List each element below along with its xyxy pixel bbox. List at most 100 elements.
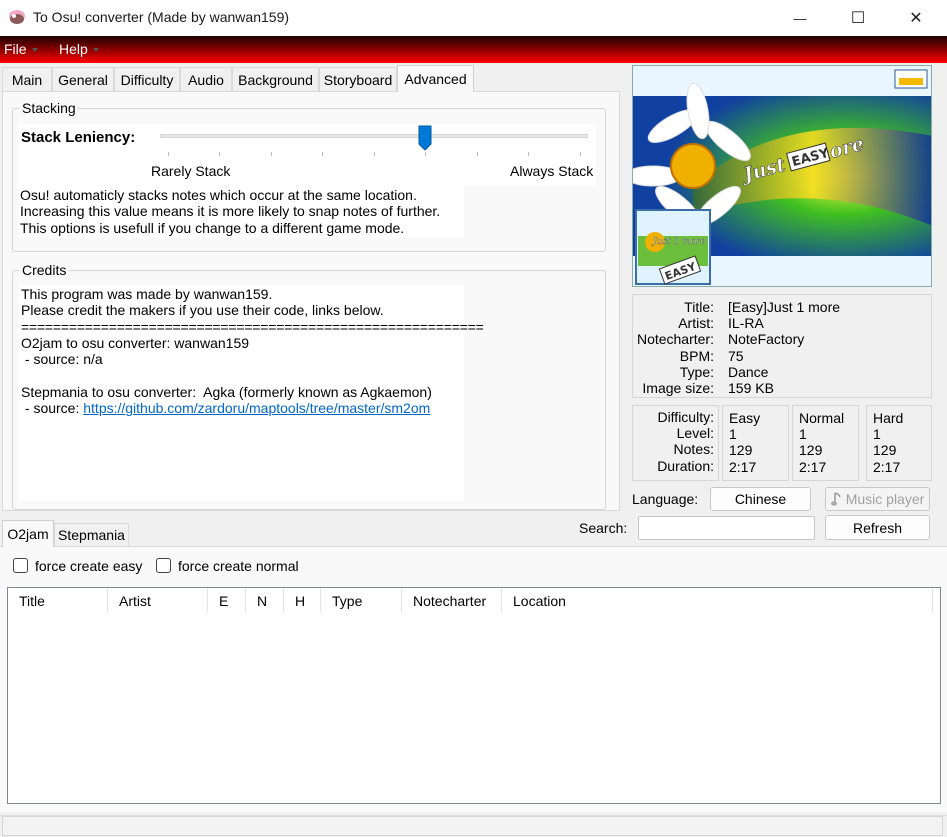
image-size-label: Image size: — [642, 380, 714, 397]
level-label: Level: — [676, 425, 714, 442]
column-header-title[interactable]: Title — [8, 588, 108, 613]
chevron-down-icon — [92, 48, 99, 52]
song-list[interactable]: Title Artist E N H Type Notecharter Loca… — [7, 587, 941, 804]
minimize-button[interactable]: — — [777, 0, 823, 36]
hard-notes: 129 — [873, 442, 897, 459]
tab-label: Stepmania — [58, 527, 125, 543]
artist-value: IL-RA — [728, 315, 764, 332]
menu-help-label: Help — [59, 41, 88, 57]
normal-notes: 129 — [799, 442, 823, 459]
bpm-label: BPM: — [679, 347, 714, 364]
tab-general[interactable]: General — [52, 67, 114, 91]
rarely-stack-label: Rarely Stack — [151, 163, 231, 179]
chevron-down-icon — [31, 48, 38, 52]
slider-track — [160, 134, 588, 138]
credits-text: This program was made by wanwan159. Plea… — [19, 285, 484, 501]
tab-storyboard[interactable]: Storyboard — [319, 67, 397, 91]
column-label: Title — [19, 592, 45, 609]
easy-level: 1 — [729, 426, 737, 443]
slider-tick — [322, 152, 323, 156]
stacking-description: Osu! automaticly stacks notes which occu… — [19, 186, 464, 238]
song-info-labels: Title: Artist: Notecharter: BPM: Type: I… — [634, 299, 714, 396]
close-icon: ✕ — [909, 10, 923, 27]
tab-difficulty[interactable]: Difficulty — [114, 67, 180, 91]
tab-label: General — [58, 71, 108, 88]
tab-label: Difficulty — [120, 71, 174, 88]
easy-notes: 129 — [729, 442, 753, 459]
tab-main[interactable]: Main — [2, 67, 52, 91]
slider-tick — [477, 152, 478, 156]
difficulty-label: Difficulty: — [657, 409, 714, 425]
song-info-values: [Easy]Just 1 more IL-RA NoteFactory 75 D… — [728, 299, 928, 396]
credits-separator: ========================================… — [21, 318, 484, 335]
column-header-e[interactable]: E — [208, 588, 246, 613]
credits-source-line: - source: https://github.com/zardoru/map… — [21, 400, 462, 416]
stack-leniency-label: Stack Leniency: — [21, 129, 136, 146]
title-value: [Easy]Just 1 more — [728, 299, 841, 315]
slider-tick — [374, 152, 375, 156]
tab-background[interactable]: Background — [232, 67, 319, 91]
app-icon — [9, 10, 25, 24]
close-button[interactable]: ✕ — [893, 0, 939, 36]
music-player-button[interactable]: Music player — [825, 487, 930, 511]
column-label: N — [257, 592, 268, 609]
column-label: Notecharter — [413, 592, 487, 609]
tab-label: O2jam — [7, 526, 49, 542]
stack-leniency-slider[interactable] — [418, 125, 432, 151]
tab-label: Storyboard — [323, 71, 393, 88]
normal-name: Normal — [799, 410, 845, 426]
tab-o2jam[interactable]: O2jam — [2, 520, 54, 547]
column-header-h[interactable]: H — [284, 588, 321, 613]
column-label: Type — [332, 592, 363, 609]
difficulty-normal-panel: Normal 1 129 2:17 — [792, 405, 859, 481]
notes-label: Notes: — [673, 441, 714, 458]
language-button[interactable]: Chinese — [710, 487, 811, 511]
credits-line: - source: n/a — [21, 351, 103, 368]
tab-advanced[interactable]: Advanced — [397, 65, 474, 92]
source-prefix: - source: — [21, 400, 84, 417]
column-header-notecharter[interactable]: Notecharter — [402, 588, 502, 613]
column-header-location[interactable]: Location — [502, 588, 933, 613]
credits-legend: Credits — [22, 262, 67, 278]
minimize-icon: — — [793, 10, 807, 26]
difficulty-hard-panel: Hard 1 129 2:17 — [866, 405, 932, 481]
easy-duration: 2:17 — [729, 458, 757, 475]
column-header-artist[interactable]: Artist — [108, 588, 208, 613]
column-header-type[interactable]: Type — [321, 588, 402, 613]
menu-file[interactable]: File — [4, 41, 38, 57]
language-label: Language: — [632, 491, 699, 507]
menu-file-label: File — [4, 41, 27, 57]
column-label: H — [295, 592, 306, 609]
menu-help[interactable]: Help — [59, 41, 99, 57]
tab-audio[interactable]: Audio — [180, 67, 232, 91]
maximize-button[interactable]: ☐ — [835, 0, 881, 36]
tab-label: Main — [11, 71, 43, 88]
cover-art: Just 1 more EASY Just 1 more EASY — [633, 66, 931, 286]
slider-tick — [580, 152, 581, 156]
force-easy-checkbox[interactable] — [13, 558, 28, 573]
search-input[interactable] — [638, 516, 815, 540]
notecharter-label: Notecharter: — [636, 331, 714, 348]
force-normal-label: force create normal — [178, 558, 299, 574]
force-normal-checkbox[interactable] — [156, 558, 171, 573]
tab-label: Advanced — [404, 71, 467, 87]
tab-stepmania[interactable]: Stepmania — [54, 523, 129, 546]
sm2om-link[interactable]: https://github.com/zardoru/maptools/tree… — [83, 400, 430, 416]
refresh-button[interactable]: Refresh — [825, 515, 930, 540]
slider-tick — [528, 152, 529, 156]
search-label: Search: — [579, 520, 628, 536]
duration-label: Duration: — [657, 457, 714, 474]
notecharter-value: NoteFactory — [728, 331, 805, 348]
difficulty-easy-panel: Easy 1 129 2:17 — [722, 405, 789, 481]
column-label: Location — [513, 592, 566, 609]
credits-line: This program was made by wanwan159. — [21, 286, 273, 302]
maximize-icon: ☐ — [850, 10, 866, 27]
credits-line: Stepmania to osu converter: Agka (former… — [21, 383, 432, 400]
menu-bar — [0, 36, 947, 63]
column-label: E — [219, 592, 229, 609]
artist-label: Artist: — [678, 315, 714, 332]
slider-tick — [168, 152, 169, 156]
easy-name: Easy — [729, 410, 761, 426]
column-header-n[interactable]: N — [246, 588, 284, 613]
difficulty-labels: Difficulty: Level: Notes: Duration: — [634, 409, 714, 474]
